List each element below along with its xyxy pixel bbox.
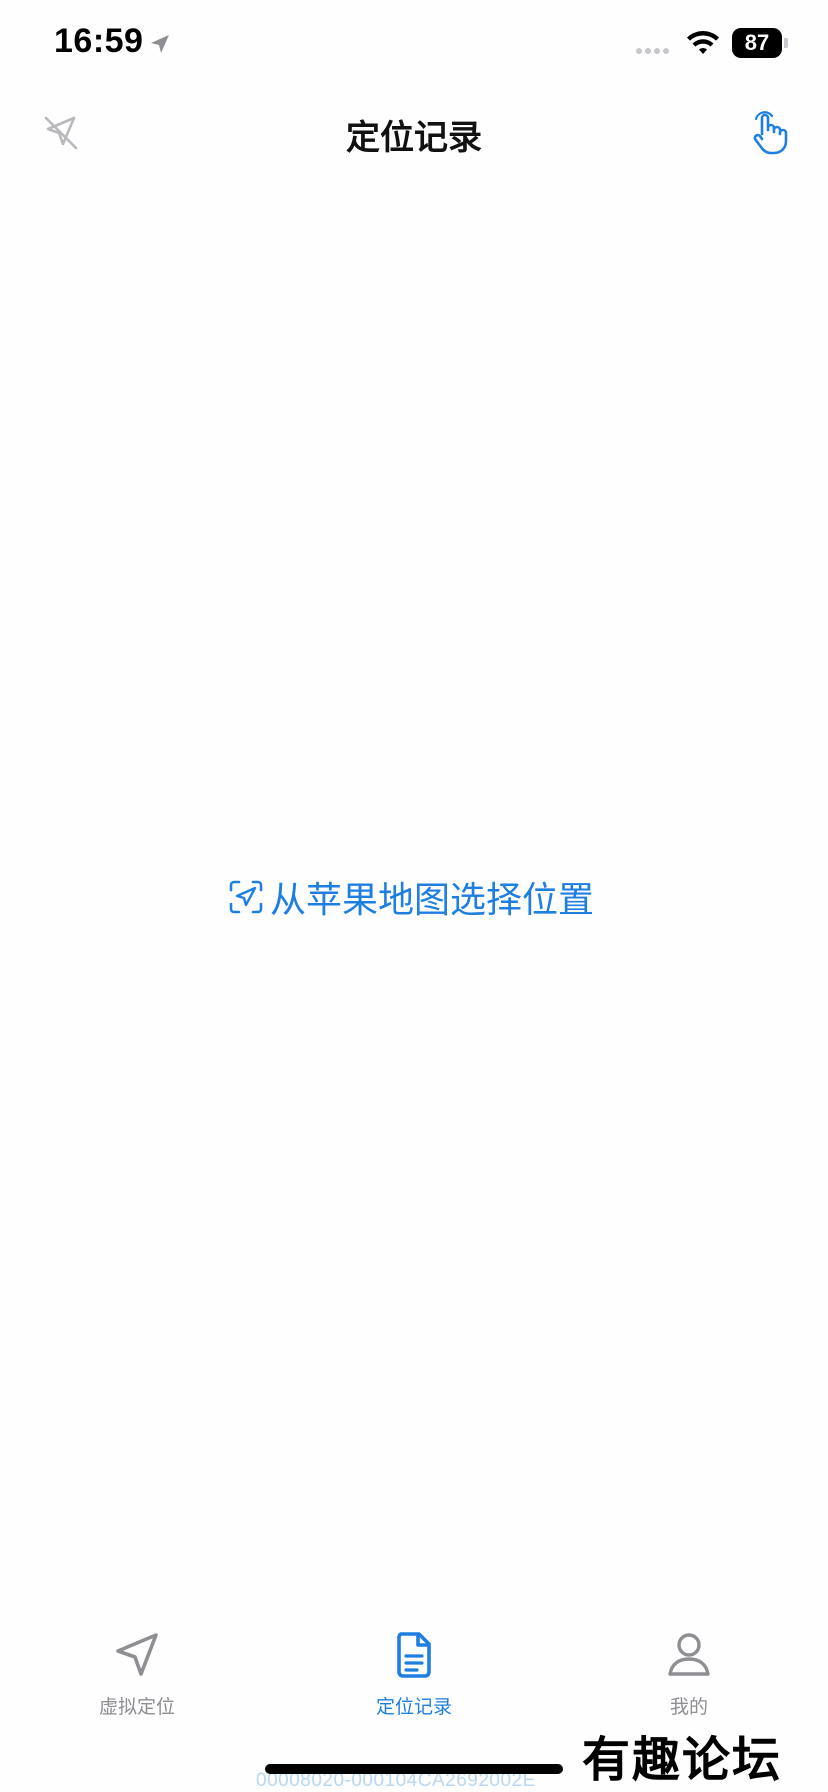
battery-tip — [784, 38, 788, 48]
status-time: 16:59 — [54, 22, 144, 60]
page-title: 定位记录 — [346, 118, 482, 158]
pick-location-button[interactable]: 从苹果地图选择位置 — [228, 872, 594, 922]
nav-bar: 定位记录 — [0, 96, 828, 172]
scan-location-icon — [229, 880, 263, 914]
tab-location-records[interactable]: 定位记录 — [324, 1630, 504, 1730]
watermark: 有趣论坛 — [582, 1732, 783, 1788]
cellular-signal-icon — [636, 48, 669, 54]
document-icon — [397, 1632, 431, 1678]
home-indicator[interactable] — [265, 1764, 563, 1774]
tab-virtual-location[interactable]: 虚拟定位 — [47, 1630, 227, 1730]
status-bar: 16:59 87 — [0, 0, 828, 96]
tab-bar: 虚拟定位 定位记录 我的 — [0, 1630, 828, 1730]
tab-label: 虚拟定位 — [98, 1696, 175, 1718]
hand-pointer-icon[interactable] — [746, 110, 792, 156]
person-icon — [668, 1633, 710, 1676]
tab-label: 定位记录 — [375, 1696, 452, 1718]
navigation-arrow-icon — [116, 1633, 158, 1676]
tab-mine[interactable]: 我的 — [599, 1630, 779, 1730]
wifi-icon — [687, 31, 719, 54]
pick-location-label: 从苹果地图选择位置 — [270, 880, 595, 921]
battery-icon: 87 — [732, 28, 782, 58]
location-arrow-icon — [151, 35, 169, 53]
screen: 16:59 87 定位记录 从苹果地图选择位置 虚拟定位 定位记录 我的 000… — [0, 0, 828, 1792]
tab-label: 我的 — [669, 1696, 708, 1718]
battery-level: 87 — [744, 30, 770, 55]
